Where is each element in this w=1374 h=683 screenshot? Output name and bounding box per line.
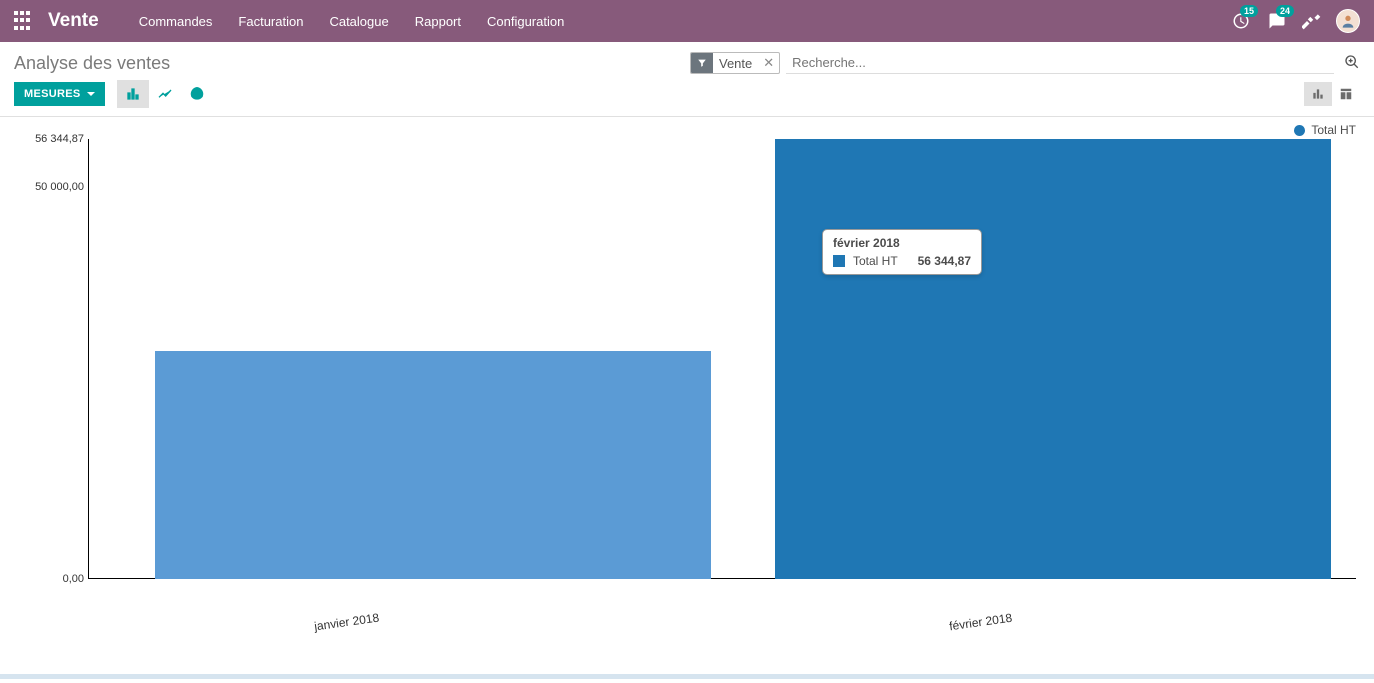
debug-button[interactable] — [1302, 11, 1322, 31]
bar-feb[interactable] — [775, 139, 1331, 579]
legend-color-swatch — [1294, 125, 1305, 136]
view-switcher — [1304, 82, 1360, 106]
search-facet-remove[interactable]: ✕ — [758, 55, 779, 71]
search-facet-value: Vente — [713, 56, 758, 71]
activities-button[interactable]: 15 — [1230, 10, 1252, 32]
line-chart-icon — [157, 86, 173, 102]
control-panel-top: Analyse des ventes Vente ✕ — [0, 42, 1374, 80]
user-avatar[interactable] — [1336, 9, 1360, 33]
menu-configuration[interactable]: Configuration — [487, 14, 564, 29]
view-graph-button[interactable] — [1304, 82, 1332, 106]
bar-cell-jan — [155, 139, 711, 579]
menu-catalogue[interactable]: Catalogue — [329, 14, 388, 29]
search-area: Vente ✕ — [690, 52, 1360, 74]
bars-container — [92, 139, 1356, 579]
activities-badge: 15 — [1240, 5, 1258, 17]
tooltip-swatch — [833, 255, 845, 267]
tooltip-value: 56 344,87 — [918, 254, 971, 268]
avatar-icon — [1340, 13, 1356, 29]
search-facet: Vente ✕ — [690, 52, 780, 74]
chart-area: Total HT 56 344,87 50 000,00 0,00 janvie… — [0, 117, 1374, 637]
chart-type-line-button[interactable] — [149, 80, 181, 108]
page-title: Analyse des ventes — [14, 53, 170, 74]
control-panel: Analyse des ventes Vente ✕ MESURES — [0, 42, 1374, 117]
menu-facturation[interactable]: Facturation — [238, 14, 303, 29]
footer-scroll-area — [0, 674, 1374, 679]
bar-chart-icon — [125, 86, 141, 102]
y-axis: 56 344,87 50 000,00 0,00 — [14, 139, 88, 579]
tooltip-title: février 2018 — [833, 236, 971, 250]
bar-jan[interactable] — [155, 351, 711, 579]
graph-view-icon — [1311, 87, 1325, 101]
view-pivot-button[interactable] — [1332, 82, 1360, 106]
wrench-icon — [1302, 11, 1322, 31]
chart-plot: 56 344,87 50 000,00 0,00 janvier 2018 fé… — [14, 139, 1360, 629]
y-axis-line — [88, 139, 89, 579]
top-navigation: Vente Commandes Facturation Catalogue Ra… — [0, 0, 1374, 42]
chart-tooltip: février 2018 Total HT 56 344,87 — [822, 229, 982, 275]
legend-label: Total HT — [1311, 123, 1356, 137]
y-tick-max: 56 344,87 — [35, 133, 84, 145]
caret-down-icon — [87, 92, 95, 96]
tooltip-series-label: Total HT — [853, 254, 898, 268]
chart-type-pie-button[interactable] — [181, 80, 213, 108]
discuss-badge: 24 — [1276, 5, 1294, 17]
search-expand-button[interactable] — [1344, 54, 1360, 73]
filter-icon — [691, 53, 713, 73]
app-brand: Vente — [48, 10, 99, 32]
measures-button[interactable]: MESURES — [14, 82, 105, 106]
chart-type-bar-button[interactable] — [117, 80, 149, 108]
pie-chart-icon — [189, 86, 205, 102]
y-tick-zero: 0,00 — [63, 573, 84, 585]
control-panel-bottom: MESURES — [0, 80, 1374, 116]
y-tick-50000: 50 000,00 — [35, 181, 84, 193]
menu-rapport[interactable]: Rapport — [415, 14, 461, 29]
chart-legend[interactable]: Total HT — [1294, 123, 1356, 137]
magnify-plus-icon — [1344, 54, 1360, 70]
menu-commandes[interactable]: Commandes — [139, 14, 213, 29]
measures-button-label: MESURES — [24, 88, 81, 100]
x-tick-feb: février 2018 — [948, 611, 1013, 634]
topnav-right: 15 24 — [1230, 9, 1360, 33]
chart-type-group — [117, 80, 213, 108]
apps-grid-icon[interactable] — [14, 11, 34, 31]
x-tick-jan: janvier 2018 — [313, 611, 380, 634]
pivot-view-icon — [1339, 87, 1353, 101]
main-menu: Commandes Facturation Catalogue Rapport … — [139, 14, 565, 29]
discuss-button[interactable]: 24 — [1266, 10, 1288, 32]
bar-cell-feb — [775, 139, 1331, 579]
search-input[interactable] — [786, 52, 1334, 74]
